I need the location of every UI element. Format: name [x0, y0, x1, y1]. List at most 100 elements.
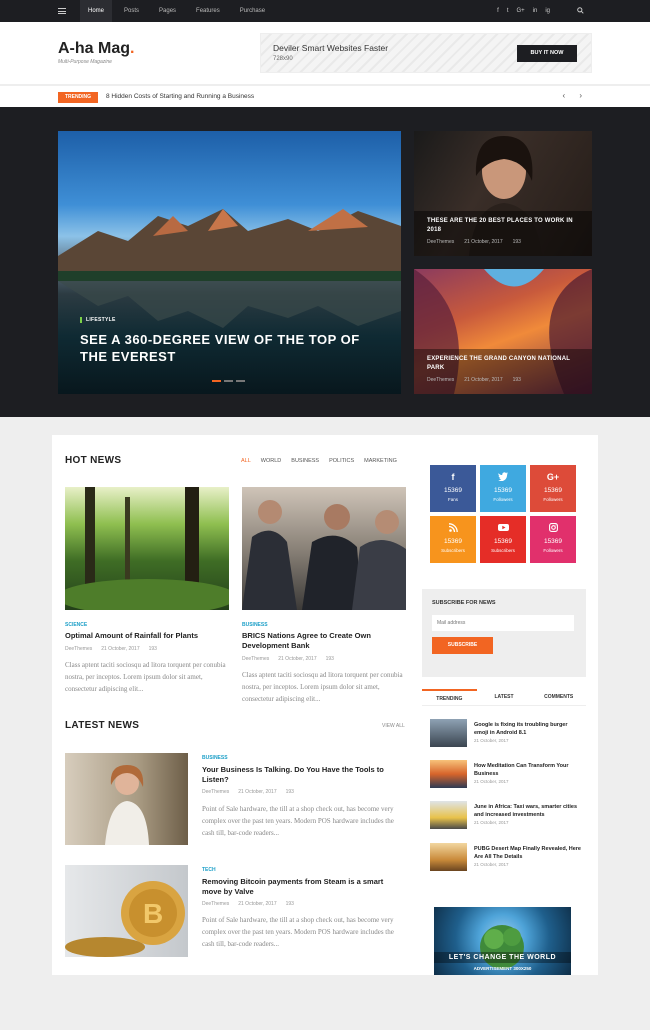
widget-post-date: 21 October, 2017 [474, 820, 509, 825]
tab-latest[interactable]: LATEST [477, 689, 532, 705]
slider-dot[interactable] [236, 380, 245, 382]
site-tagline: Multi-Purpose Magazine [58, 59, 112, 65]
header-advertisement[interactable]: Deviler Smart Websites Faster 728x90 BUY… [260, 33, 592, 73]
subscribe-button[interactable]: SUBSCRIBE [432, 637, 493, 654]
widget-thumbnail[interactable] [430, 760, 467, 788]
sidebar-advertisement[interactable]: LET'S CHANGE THE WORLD ADVERTISEMENT 300… [434, 907, 571, 975]
count: 15369 [443, 538, 463, 545]
hero-category[interactable]: LIFESTYLE [80, 317, 116, 323]
svg-text:B: B [143, 898, 163, 929]
author[interactable]: DeeThemes [65, 646, 92, 652]
business-people-image[interactable] [242, 487, 406, 610]
label: Fans [447, 497, 458, 502]
card-2-title[interactable]: BRICS Nations Agree to Create Own Develo… [242, 631, 406, 651]
nav-item-features[interactable]: Features [188, 0, 228, 22]
posts-widget-tabs: TRENDING LATEST COMMENTS [422, 689, 586, 706]
widget-post-title[interactable]: Google is fixing its troubling burger em… [474, 721, 582, 737]
twitter-counter[interactable]: 15369 Followers [480, 465, 526, 512]
rss-counter[interactable]: 15369 Subscribers [430, 516, 476, 563]
date: 21 October, 2017 [238, 901, 277, 907]
nav-item-purchase[interactable]: Purchase [232, 0, 273, 22]
count: 15369 [543, 538, 563, 545]
author[interactable]: DeeThemes [202, 789, 229, 795]
hero-side-post-2[interactable]: EXPERIENCE THE GRAND CANYON NATIONAL PAR… [414, 269, 592, 394]
widget-post-title[interactable]: June in Africa: Taxi wars, smarter citie… [474, 803, 582, 819]
side-post-1-title[interactable]: THESE ARE THE 20 BEST PLACES TO WORK IN … [427, 217, 587, 235]
author[interactable]: DeeThemes [427, 377, 454, 383]
card-2-category[interactable]: BUSINESS [242, 622, 268, 628]
bitcoin-image[interactable]: B [65, 865, 188, 957]
date: 21 October, 2017 [101, 646, 140, 652]
rss-icon [430, 523, 476, 535]
google-plus-counter[interactable]: G+ 15369 Followers [530, 465, 576, 512]
trending-nav-arrows[interactable]: ‹ › [562, 91, 588, 100]
trees-illustration [65, 487, 229, 610]
author[interactable]: DeeThemes [427, 239, 454, 245]
widget-post-title[interactable]: PUBG Desert Map Finally Revealed, Here A… [474, 845, 582, 861]
widget-post-date: 21 October, 2017 [474, 738, 509, 743]
forest-image[interactable] [65, 487, 229, 610]
latest-1-title[interactable]: Your Business Is Talking. Do You Have th… [202, 765, 402, 785]
google-plus-icon: G+ [546, 472, 560, 482]
latest-1-category[interactable]: BUSINESS [202, 755, 228, 761]
facebook-counter[interactable]: f 15369 Fans [430, 465, 476, 512]
ad-title: Deviler Smart Websites Faster [273, 43, 389, 53]
slider-dot[interactable] [224, 380, 233, 382]
slider-dots[interactable] [212, 380, 245, 382]
instagram-icon[interactable]: ig [545, 8, 550, 14]
search-icon[interactable] [577, 7, 584, 14]
tab-trending[interactable]: TRENDING [422, 689, 477, 705]
linkedin-icon[interactable]: in [533, 8, 538, 14]
widget-post-title[interactable]: How Meditation Can Transform Your Busine… [474, 762, 582, 778]
tab-business[interactable]: BUSINESS [291, 458, 319, 464]
side-post-2-title[interactable]: EXPERIENCE THE GRAND CANYON NATIONAL PAR… [427, 355, 587, 373]
widget-thumbnail[interactable] [430, 719, 467, 747]
people-illustration [242, 500, 406, 610]
earth-tree-image [480, 925, 524, 969]
tab-all[interactable]: ALL [241, 458, 251, 464]
author[interactable]: DeeThemes [242, 656, 269, 662]
widget-post-item[interactable]: PUBG Desert Map Finally Revealed, Here A… [430, 843, 590, 873]
twitter-icon[interactable]: t [507, 8, 509, 14]
hero-main-post[interactable]: LIFESTYLE SEE A 360-DEGREE VIEW OF THE T… [58, 131, 401, 394]
hero-side-post-1[interactable]: THESE ARE THE 20 BEST PLACES TO WORK IN … [414, 131, 592, 256]
instagram-icon [530, 523, 576, 535]
tab-marketing[interactable]: MARKETING [364, 458, 397, 464]
latest-2-title[interactable]: Removing Bitcoin payments from Steam is … [202, 877, 402, 897]
tab-politics[interactable]: POLITICS [329, 458, 354, 464]
tab-comments[interactable]: COMMENTS [531, 689, 586, 705]
latest-news-title: LATEST NEWS [65, 720, 140, 731]
latest-2-category[interactable]: TECH [202, 867, 216, 873]
tab-world[interactable]: WORLD [261, 458, 281, 464]
youtube-counter[interactable]: 15369 Subscribers [480, 516, 526, 563]
widget-thumbnail[interactable] [430, 801, 467, 829]
trending-headline[interactable]: 8 Hidden Costs of Starting and Running a… [106, 93, 254, 100]
widget-post-item[interactable]: June in Africa: Taxi wars, smarter citie… [430, 801, 590, 831]
widget-thumbnail[interactable] [430, 843, 467, 871]
author[interactable]: DeeThemes [202, 901, 229, 907]
card-1-title[interactable]: Optimal Amount of Rainfall for Plants [65, 631, 229, 641]
woman-office-image[interactable] [65, 753, 188, 845]
latest-2-excerpt: Point of Sale hardware, the till at a sh… [202, 916, 394, 948]
widget-post-item[interactable]: How Meditation Can Transform Your Busine… [430, 760, 590, 790]
views: 193 [285, 901, 294, 907]
trending-badge: TRENDING [58, 92, 98, 103]
nav-item-posts[interactable]: Posts [116, 0, 147, 22]
view-all-link[interactable]: VIEW ALL [382, 723, 405, 729]
buy-now-button[interactable]: BUY IT NOW [517, 45, 577, 62]
instagram-counter[interactable]: 15369 Followers [530, 516, 576, 563]
hero-title[interactable]: SEE A 360-DEGREE VIEW OF THE TOP OF THE … [80, 331, 380, 365]
widget-post-date: 21 October, 2017 [474, 779, 509, 784]
slider-dot[interactable] [212, 380, 221, 382]
facebook-icon[interactable]: f [497, 8, 499, 14]
email-field[interactable] [432, 615, 574, 631]
widget-post-item[interactable]: Google is fixing its troubling burger em… [430, 719, 590, 749]
nav-item-pages[interactable]: Pages [151, 0, 184, 22]
site-logo[interactable]: A-ha Mag. [58, 40, 134, 58]
views: 193 [512, 239, 521, 245]
nav-item-home[interactable]: Home [80, 0, 113, 22]
hamburger-menu-icon[interactable] [58, 8, 66, 14]
trending-bar: TRENDING 8 Hidden Costs of Starting and … [0, 85, 650, 107]
google-plus-icon[interactable]: G+ [516, 8, 524, 14]
card-1-category[interactable]: SCIENCE [65, 622, 87, 628]
